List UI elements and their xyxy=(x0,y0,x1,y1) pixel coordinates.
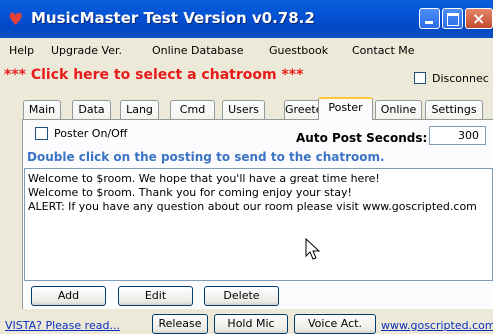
minimize-button[interactable] xyxy=(419,8,440,29)
tab-data[interactable]: Data xyxy=(72,100,111,119)
website-link[interactable]: www.goscripted.com xyxy=(381,319,493,332)
heart-icon: ♥ xyxy=(8,10,24,30)
poster-onoff-checkbox[interactable] xyxy=(35,127,48,140)
select-chatroom-link[interactable]: *** Click here to select a chatroom *** xyxy=(4,67,303,83)
tab-settings[interactable]: Settings xyxy=(425,100,483,119)
mouse-pointer-icon xyxy=(305,238,321,260)
tab-users[interactable]: Users xyxy=(222,100,265,119)
release-button[interactable]: Release xyxy=(152,314,208,334)
vista-info-link[interactable]: VISTA? Please read... xyxy=(5,319,120,332)
posting-hint: Double click on the posting to send to t… xyxy=(27,150,385,164)
tab-cmd[interactable]: Cmd xyxy=(170,100,215,119)
window-title: MusicMaster Test Version v0.78.2 xyxy=(31,9,315,27)
tab-main[interactable]: Main xyxy=(23,100,61,119)
delete-button[interactable]: Delete xyxy=(204,286,279,306)
menu-online-database[interactable]: Online Database xyxy=(152,44,243,57)
posting-item[interactable]: Welcome to $room. We hope that you'll ha… xyxy=(28,172,380,185)
disconnect-label: Disconnec xyxy=(432,72,489,85)
hold-mic-button[interactable]: Hold Mic xyxy=(214,314,288,334)
close-icon: × xyxy=(472,9,486,28)
menu-contact-me[interactable]: Contact Me xyxy=(352,44,415,57)
auto-post-seconds-label: Auto Post Seconds: xyxy=(296,131,428,145)
disconnect-checkbox[interactable] xyxy=(414,72,426,84)
menu-upgrade[interactable]: Upgrade Ver. xyxy=(51,44,122,57)
menu-guestbook[interactable]: Guestbook xyxy=(269,44,328,57)
title-bar[interactable]: ♥ MusicMaster Test Version v0.78.2 × xyxy=(0,0,493,38)
poster-onoff-label: Poster On/Off xyxy=(54,127,128,140)
posting-item[interactable]: Welcome to $room. Thank you for coming e… xyxy=(28,186,352,199)
close-button[interactable]: × xyxy=(465,8,493,29)
add-button[interactable]: Add xyxy=(31,286,106,306)
postings-list[interactable]: Welcome to $room. We hope that you'll ha… xyxy=(24,168,493,281)
menu-bar: Help Upgrade Ver. Online Database Guestb… xyxy=(0,38,493,62)
voice-act-button[interactable]: Voice Act. xyxy=(294,314,376,334)
tab-online[interactable]: Online xyxy=(375,100,422,119)
posting-item[interactable]: ALERT: If you have any question about ou… xyxy=(28,200,477,213)
auto-post-seconds-input[interactable]: 300 xyxy=(429,126,486,145)
tab-poster[interactable]: Poster xyxy=(318,97,373,120)
edit-button[interactable]: Edit xyxy=(118,286,193,306)
tab-lang[interactable]: Lang xyxy=(120,100,159,119)
maximize-button[interactable] xyxy=(442,8,463,29)
menu-help[interactable]: Help xyxy=(9,44,34,57)
